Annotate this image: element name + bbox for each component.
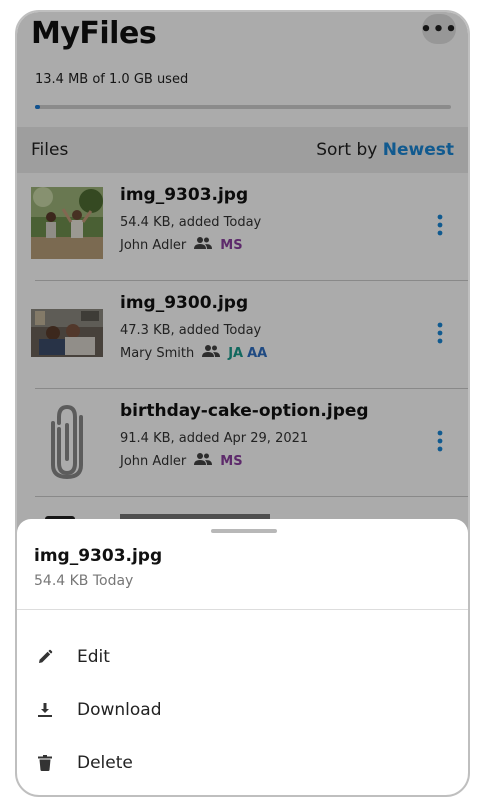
sheet-file-details: 54.4 KB Today bbox=[34, 573, 134, 589]
delete-action[interactable]: Delete bbox=[17, 738, 468, 788]
sheet-divider bbox=[17, 609, 468, 610]
sheet-drag-handle[interactable] bbox=[211, 529, 277, 533]
download-action[interactable]: Download bbox=[17, 685, 468, 735]
trash-icon bbox=[35, 753, 55, 773]
edit-label: Edit bbox=[77, 647, 110, 667]
sheet-file-name: img_9303.jpg bbox=[34, 546, 163, 566]
delete-label: Delete bbox=[77, 753, 133, 773]
pencil-icon bbox=[35, 647, 55, 667]
edit-action[interactable]: Edit bbox=[17, 632, 468, 682]
phone-frame: MyFiles ••• 13.4 MB of 1.0 GB used Files… bbox=[15, 10, 470, 797]
download-icon bbox=[35, 700, 55, 720]
download-label: Download bbox=[77, 700, 162, 720]
file-actions-sheet: img_9303.jpg 54.4 KB Today Edit Download… bbox=[17, 519, 468, 795]
